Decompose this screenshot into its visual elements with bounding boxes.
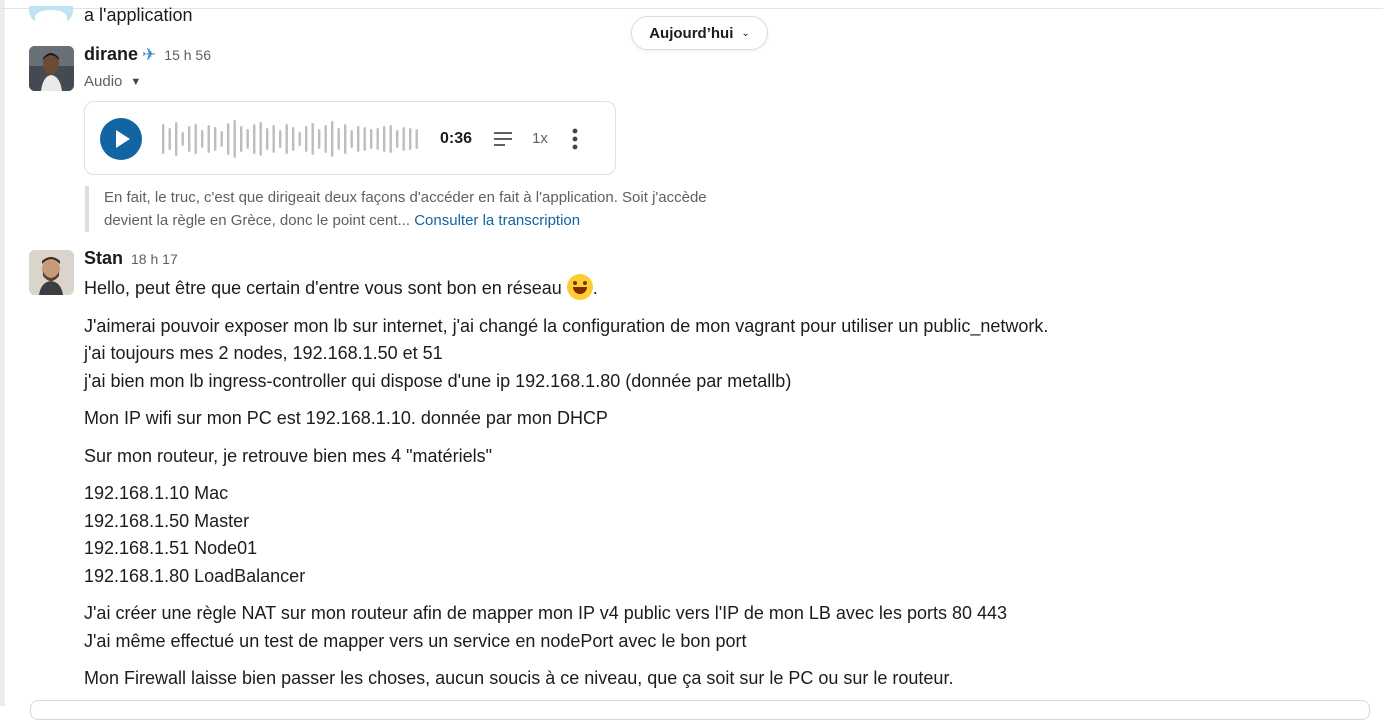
waveform-bar — [201, 130, 204, 148]
message-line: J'ai même effectué un test de mapper ver… — [84, 630, 747, 651]
waveform-bar — [396, 130, 399, 148]
waveform-bar — [279, 130, 282, 148]
waveform-bar — [266, 128, 269, 150]
audio-attachment-toggle[interactable]: Audio ▼ — [84, 73, 141, 90]
message-line: J'ai créer une règle NAT sur mon routeur… — [84, 603, 1008, 623]
waveform-bar — [350, 130, 353, 148]
waveform-bar — [292, 127, 295, 151]
message-header-stan: Stan 18 h 17 — [84, 248, 178, 269]
airplane-status-icon[interactable]: ✈ — [142, 45, 156, 65]
playback-speed-button[interactable]: 1x — [532, 130, 548, 147]
message-header-dirane: dirane ✈ 15 h 56 — [84, 44, 211, 65]
waveform[interactable] — [162, 118, 424, 160]
waveform-bar — [246, 129, 249, 149]
waveform-bar — [383, 126, 386, 152]
waveform-bar — [240, 126, 243, 152]
waveform-bar — [357, 126, 360, 152]
waveform-bar — [207, 125, 210, 153]
audio-label: Audio — [84, 73, 123, 90]
message-paragraph: 192.168.1.10 Mac 192.168.1.50 Master 192… — [84, 480, 1048, 590]
message-line: 192.168.1.50 Master — [84, 510, 250, 531]
waveform-bar — [409, 128, 412, 150]
transcript-icon[interactable] — [494, 131, 512, 147]
message-body-stan: Hello, peut être que certain d'entre vou… — [84, 274, 1048, 703]
waveform-bar — [298, 132, 301, 146]
waveform-bar — [376, 128, 379, 150]
message-line: j'ai toujours mes 2 nodes, 192.168.1.50 … — [84, 343, 443, 363]
waveform-bar — [402, 127, 405, 151]
transcript-excerpt: En fait, le truc, c'est que dirigeait de… — [104, 189, 707, 229]
audio-player: 0:36 1x — [84, 101, 616, 175]
waveform-bar — [305, 126, 308, 152]
waveform-bar — [194, 124, 197, 154]
message-timestamp[interactable]: 18 h 17 — [131, 251, 178, 267]
message-line: Hello, peut être que certain d'entre vou… — [84, 278, 562, 298]
message-line: 192.168.1.80 LoadBalancer — [84, 565, 306, 586]
message-line: 192.168.1.51 Node01 — [84, 538, 258, 558]
author-name[interactable]: dirane — [84, 44, 138, 65]
message-line: Mon IP wifi sur mon PC est 192.168.1.10.… — [84, 408, 608, 428]
message-line: Sur mon routeur, je retrouve bien mes 4 … — [84, 445, 492, 466]
date-divider-label: Aujourd’hui — [649, 24, 734, 42]
waveform-bar — [162, 124, 165, 154]
view-transcript-link[interactable]: Consulter la transcription — [414, 212, 580, 229]
waveform-bar — [168, 128, 171, 150]
transcript-preview: En fait, le truc, c'est que dirigeait de… — [85, 186, 714, 232]
waveform-bar — [181, 132, 184, 146]
message-line: J'aimerai pouvoir exposer mon lb sur int… — [84, 315, 1049, 336]
message-line: . — [592, 278, 598, 298]
waveform-bar — [188, 126, 191, 152]
waveform-bar — [331, 121, 334, 157]
author-name[interactable]: Stan — [84, 248, 123, 269]
message-paragraph: Hello, peut être que certain d'entre vou… — [84, 274, 1048, 303]
waveform-bar — [272, 125, 275, 153]
caret-down-icon: ▼ — [130, 75, 142, 88]
waveform-bar — [285, 124, 288, 154]
waveform-bar — [259, 122, 262, 156]
previous-message-text: a l'application — [84, 5, 193, 25]
waveform-bar — [214, 127, 217, 151]
play-icon[interactable] — [100, 118, 142, 160]
date-divider-button[interactable]: Aujourd’hui ⌄ — [631, 16, 768, 50]
message-paragraph: J'ai créer une règle NAT sur mon routeur… — [84, 600, 1048, 655]
message-line: Mon Firewall laisse bien passer les chos… — [84, 668, 954, 688]
waveform-bar — [370, 129, 373, 149]
more-vertical-icon[interactable] — [572, 128, 578, 150]
waveform-bar — [344, 124, 347, 154]
previous-message-avatar[interactable] — [29, 6, 73, 24]
waveform-bar — [324, 125, 327, 153]
waveform-bar — [363, 127, 366, 151]
left-scroll-gutter — [0, 0, 5, 706]
waveform-bar — [311, 123, 314, 155]
waveform-bar — [415, 129, 418, 149]
audio-duration: 0:36 — [440, 130, 473, 147]
waveform-bar — [220, 131, 223, 147]
smile-emoji-icon — [566, 274, 593, 300]
waveform-bar — [318, 129, 321, 149]
message-timestamp[interactable]: 15 h 56 — [164, 47, 211, 63]
avatar-dirane[interactable] — [29, 46, 74, 91]
message-paragraph: Mon Firewall laisse bien passer les chos… — [84, 665, 1048, 693]
message-line: j'ai bien mon lb ingress-controller qui … — [84, 370, 792, 391]
message-paragraph: Mon IP wifi sur mon PC est 192.168.1.10.… — [84, 405, 1048, 433]
avatar-stan[interactable] — [29, 250, 74, 295]
top-divider — [0, 8, 1383, 9]
waveform-bar — [233, 120, 236, 158]
message-paragraph: Sur mon routeur, je retrouve bien mes 4 … — [84, 443, 1048, 471]
waveform-bar — [389, 125, 392, 153]
waveform-bar — [253, 124, 256, 154]
waveform-bar — [175, 122, 178, 156]
chevron-down-icon: ⌄ — [741, 28, 750, 39]
message-composer[interactable] — [30, 700, 1370, 720]
message-paragraph: J'aimerai pouvoir exposer mon lb sur int… — [84, 313, 1048, 396]
waveform-bar — [227, 123, 230, 155]
waveform-bar — [337, 128, 340, 150]
message-line: 192.168.1.10 Mac — [84, 483, 229, 503]
